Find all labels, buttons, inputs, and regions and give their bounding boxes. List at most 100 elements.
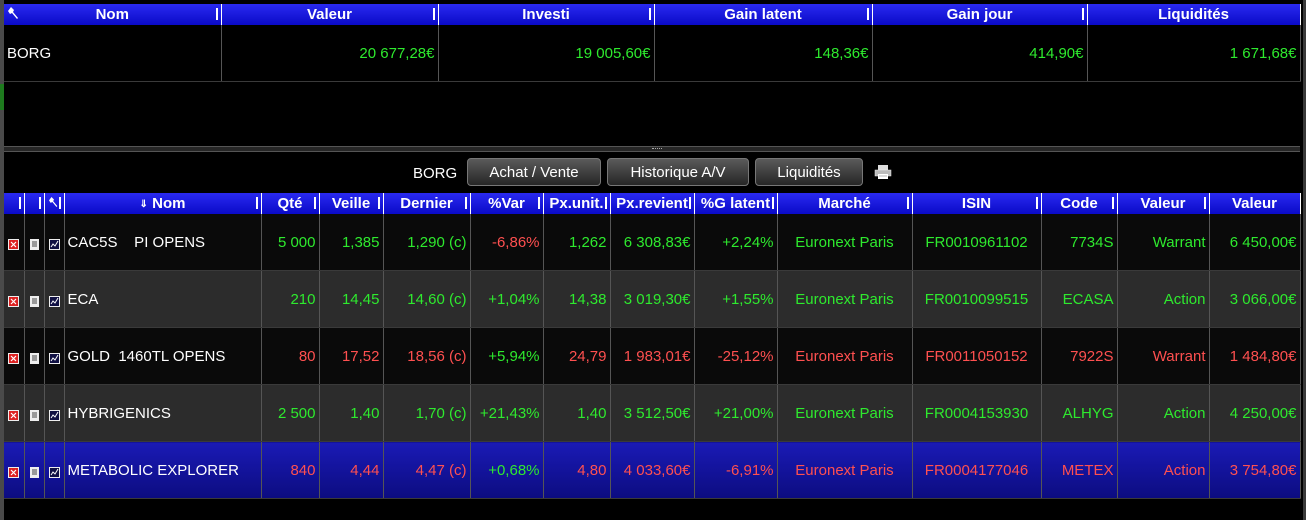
- alert-icon[interactable]: [8, 351, 20, 365]
- chart-icon[interactable]: [48, 294, 60, 308]
- alert-icon[interactable]: [8, 237, 20, 251]
- cell-var: +21,43%: [470, 384, 544, 442]
- col-valeur[interactable]: Valeur: [1209, 193, 1301, 214]
- cell-type: Warrant: [1117, 214, 1210, 271]
- cell-glatent: +2,24%: [694, 214, 778, 271]
- cell-var: -6,86%: [470, 214, 544, 271]
- chart-icon-cell[interactable]: [44, 214, 65, 271]
- table-row[interactable]: HYBRIGENICS 2 500 1,40 1,70 (c) +21,43% …: [4, 384, 1301, 442]
- col-dernier[interactable]: Dernier: [383, 193, 471, 214]
- chart-icon-cell[interactable]: [44, 270, 65, 328]
- cell-veille: 17,52: [319, 327, 384, 385]
- document-icon[interactable]: [29, 408, 40, 422]
- table-row-selected[interactable]: METABOLIC EXPLORER 840 4,44 4,47 (c) +0,…: [4, 441, 1301, 499]
- alert-icon[interactable]: [8, 465, 20, 479]
- cell-code: METEX: [1041, 441, 1118, 499]
- col-isin[interactable]: ISIN: [912, 193, 1042, 214]
- col-settings[interactable]: [44, 193, 65, 214]
- alert-icon[interactable]: [8, 408, 20, 422]
- col-var[interactable]: %Var: [470, 193, 544, 214]
- cell-valeur: 4 250,00€: [1209, 384, 1301, 442]
- col-marche[interactable]: Marché: [777, 193, 913, 214]
- cell-veille: 1,385: [319, 214, 384, 271]
- cell-dernier: 4,47 (c): [383, 441, 471, 499]
- chart-icon[interactable]: [48, 351, 60, 365]
- cell-glatent: +21,00%: [694, 384, 778, 442]
- cell-qte: 840: [261, 441, 320, 499]
- summary-col-nom[interactable]: Nom: [4, 4, 222, 25]
- buy-sell-button[interactable]: Achat / Vente: [467, 158, 601, 186]
- cell-marche: Euronext Paris: [777, 214, 913, 271]
- wrench-icon[interactable]: [49, 195, 59, 212]
- chart-icon[interactable]: [48, 408, 60, 422]
- table-row[interactable]: GOLD 1460TL OPENS 80 17,52 18,56 (c) +5,…: [4, 327, 1301, 385]
- cell-nom: ECA: [64, 270, 262, 328]
- printer-icon[interactable]: [874, 165, 892, 179]
- doc-icon-cell[interactable]: [24, 384, 45, 442]
- splitter-grip-icon[interactable]: [652, 148, 662, 151]
- history-button[interactable]: Historique A/V: [607, 158, 749, 186]
- summary-row[interactable]: BORG 20 677,28€ 19 005,60€ 148,36€ 414,9…: [4, 25, 1301, 82]
- summary-col-gain-jour[interactable]: Gain jour: [872, 4, 1088, 25]
- cell-code: 7922S: [1041, 327, 1118, 385]
- table-row[interactable]: ECA 210 14,45 14,60 (c) +1,04% 14,38 3 0…: [4, 270, 1301, 328]
- alert-icon[interactable]: [8, 294, 20, 308]
- panel-splitter[interactable]: [4, 146, 1300, 152]
- summary-col-gain-jour-label: Gain jour: [946, 6, 1013, 23]
- col-type[interactable]: Valeur: [1117, 193, 1210, 214]
- summary-col-liquidites[interactable]: Liquidités: [1087, 4, 1301, 25]
- cell-var: +1,04%: [470, 270, 544, 328]
- col-glatent[interactable]: %G latent: [694, 193, 778, 214]
- document-icon[interactable]: [29, 237, 40, 251]
- col-veille[interactable]: Veille: [319, 193, 384, 214]
- alert-icon-cell[interactable]: [4, 214, 25, 271]
- chart-icon-cell[interactable]: [44, 384, 65, 442]
- col-nom[interactable]: ⇓ Nom: [64, 193, 262, 214]
- doc-icon-cell[interactable]: [24, 214, 45, 271]
- document-icon[interactable]: [29, 351, 40, 365]
- chart-icon[interactable]: [48, 465, 60, 479]
- cell-veille: 4,44: [319, 441, 384, 499]
- cash-button[interactable]: Liquidités: [755, 158, 863, 186]
- col-code[interactable]: Code: [1041, 193, 1118, 214]
- cell-valeur: 3 066,00€: [1209, 270, 1301, 328]
- document-icon[interactable]: [29, 294, 40, 308]
- summary-col-investi[interactable]: Investi: [438, 4, 655, 25]
- doc-icon-cell[interactable]: [24, 327, 45, 385]
- col-marche-label: Marché: [818, 195, 871, 212]
- summary-col-valeur[interactable]: Valeur: [221, 4, 439, 25]
- cell-valeur: 3 754,80€: [1209, 441, 1301, 499]
- cell-var: +5,94%: [470, 327, 544, 385]
- chart-icon-cell[interactable]: [44, 441, 65, 499]
- alert-icon-cell[interactable]: [4, 327, 25, 385]
- alert-icon-cell[interactable]: [4, 384, 25, 442]
- cell-glatent: -25,12%: [694, 327, 778, 385]
- cell-valeur: 6 450,00€: [1209, 214, 1301, 271]
- col-pxrevient[interactable]: Px.revient: [610, 193, 695, 214]
- cell-qte: 2 500: [261, 384, 320, 442]
- col-qte[interactable]: Qté: [261, 193, 320, 214]
- portfolio-summary-table: Nom Valeur Investi Gain latent Gain jour…: [4, 4, 1301, 82]
- alert-icon-cell[interactable]: [4, 441, 25, 499]
- cell-qte: 210: [261, 270, 320, 328]
- col-dernier-label: Dernier: [400, 195, 453, 212]
- alert-icon-cell[interactable]: [4, 270, 25, 328]
- sort-down-icon: ⇓: [139, 198, 148, 210]
- doc-icon-cell[interactable]: [24, 441, 45, 499]
- cell-valeur: 1 484,80€: [1209, 327, 1301, 385]
- cell-isin: FR0010961102: [912, 214, 1042, 271]
- col-doc[interactable]: [24, 193, 45, 214]
- positions-table: ⇓ Nom Qté Veille Dernier %Var Px.unit. P…: [4, 193, 1301, 499]
- cell-pxunit: 1,262: [543, 214, 611, 271]
- chart-icon[interactable]: [48, 237, 60, 251]
- summary-col-gain-latent[interactable]: Gain latent: [654, 4, 873, 25]
- table-row[interactable]: CAC5S PI OPENS 5 000 1,385 1,290 (c) -6,…: [4, 214, 1301, 271]
- col-alert[interactable]: [4, 193, 25, 214]
- wrench-icon[interactable]: [8, 6, 20, 24]
- chart-icon-cell[interactable]: [44, 327, 65, 385]
- doc-icon-cell[interactable]: [24, 270, 45, 328]
- cell-pxunit: 24,79: [543, 327, 611, 385]
- document-icon[interactable]: [29, 465, 40, 479]
- col-pxunit[interactable]: Px.unit.: [543, 193, 611, 214]
- cell-nom: GOLD 1460TL OPENS: [64, 327, 262, 385]
